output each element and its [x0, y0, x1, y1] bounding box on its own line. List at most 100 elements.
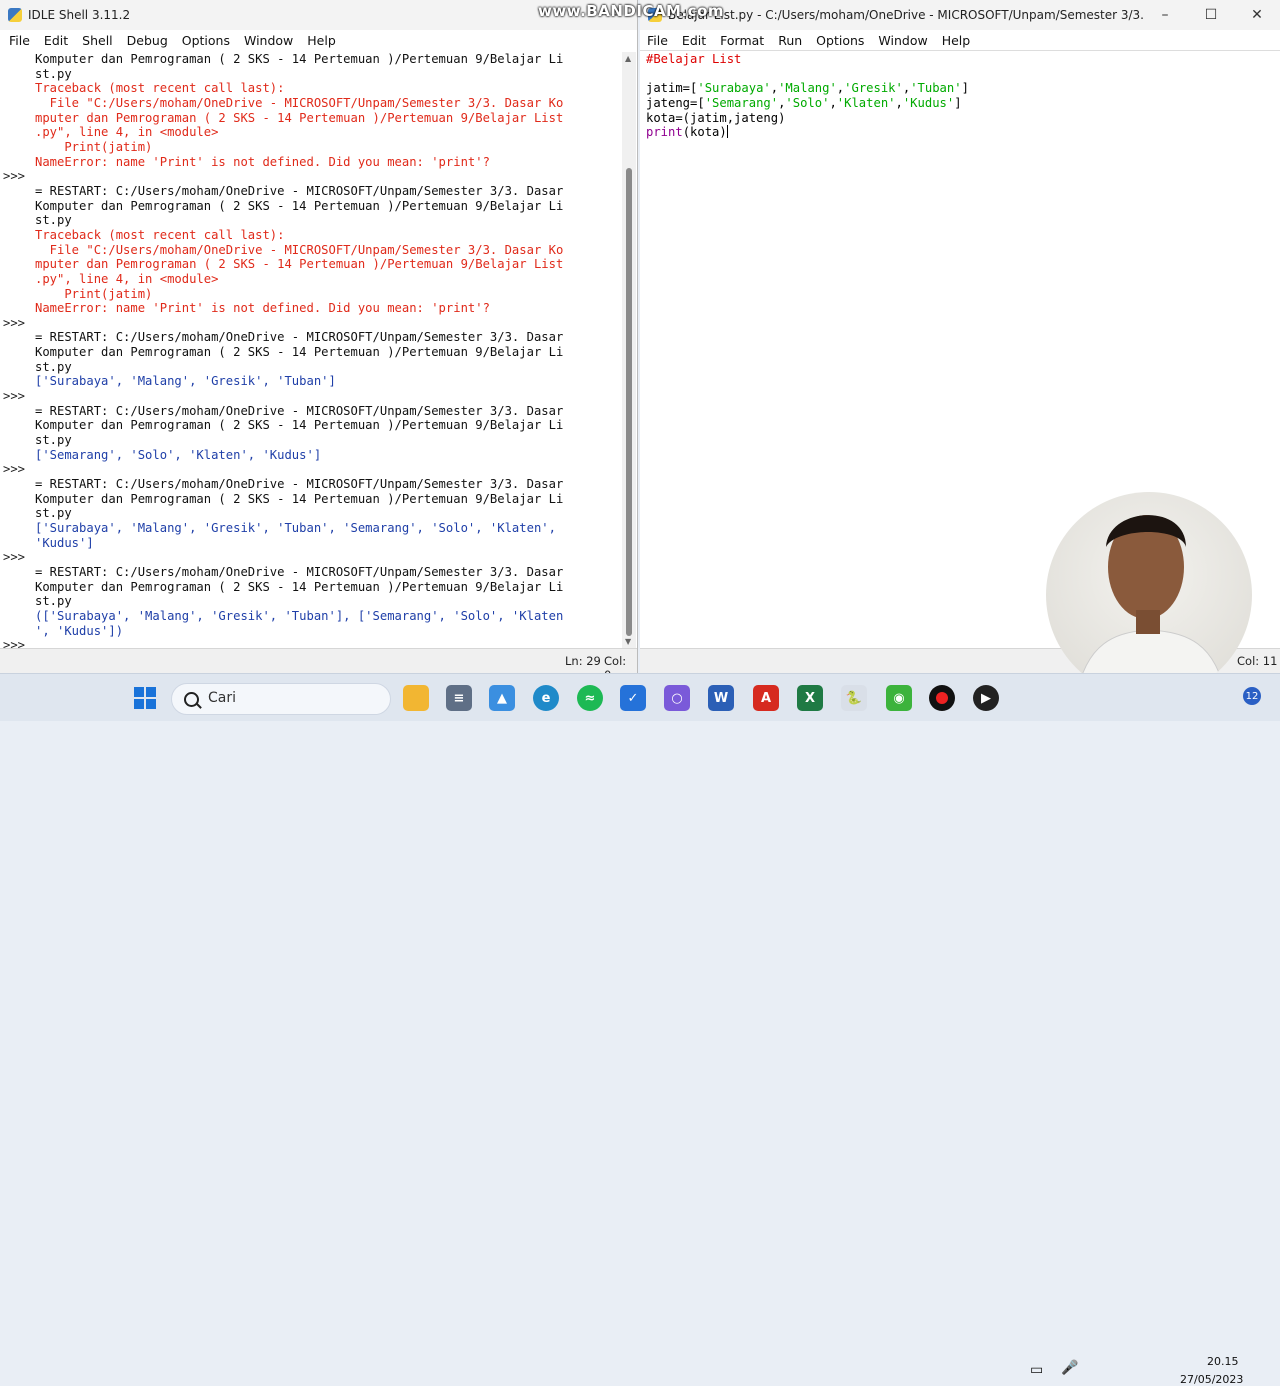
shell-text-block: = RESTART: C:/Users/moham/OneDrive - MIC… [35, 330, 564, 374]
code-line: kota=(jatim,jateng) [646, 111, 969, 126]
menu-item-run[interactable]: Run [771, 33, 809, 48]
menu-item-options[interactable]: Options [175, 33, 237, 48]
word-icon[interactable]: W [708, 685, 734, 711]
code-token: 'Klaten' [836, 95, 896, 110]
menu-item-edit[interactable]: Edit [675, 33, 713, 48]
shell-output[interactable]: Komputer dan Pemrograman ( 2 SKS - 14 Pe… [35, 52, 617, 638]
code-token: 'Malang' [778, 81, 837, 96]
search-placeholder: Cari [208, 690, 236, 706]
shell-text-block: = RESTART: C:/Users/moham/OneDrive - MIC… [35, 564, 564, 609]
shell-scrollbar[interactable]: ▲ ▼ [622, 52, 636, 648]
todo-icon[interactable]: ✓ [620, 685, 646, 711]
shell-text-block: = RESTART: C:/Users/moham/OneDrive - MIC… [35, 403, 564, 448]
menu-item-debug[interactable]: Debug [120, 33, 175, 48]
start-icon[interactable] [134, 687, 156, 709]
col-indicator: Col: 0 [604, 654, 627, 673]
code-token: 'Kudus' [902, 95, 955, 110]
menu-item-window[interactable]: Window [871, 33, 934, 48]
code-token: 'Tuban' [910, 81, 962, 96]
media-player-icon[interactable]: ▶ [973, 685, 999, 711]
scroll-down-icon[interactable]: ▼ [625, 637, 631, 646]
shell-prompt: >>> [3, 550, 26, 565]
shell-title: IDLE Shell 3.11.2 [28, 8, 131, 22]
minimize-icon[interactable]: – [1142, 0, 1188, 30]
edge-icon[interactable]: e [533, 685, 559, 711]
code-token: kota=(jatim,jateng) [646, 110, 786, 125]
acrobat-icon[interactable]: A [753, 685, 779, 711]
menu-item-file[interactable]: File [0, 33, 37, 48]
spotify-icon[interactable]: ≈ [577, 685, 603, 711]
scroll-up-icon[interactable]: ▲ [625, 54, 631, 63]
shell-text-block: = RESTART: C:/Users/moham/OneDrive - MIC… [35, 477, 564, 521]
person-image [1075, 515, 1227, 698]
python-taskbar-icon[interactable]: 🐍 [841, 685, 867, 711]
close-icon[interactable]: ✕ [1234, 0, 1280, 30]
menu-item-help[interactable]: Help [300, 33, 343, 48]
scrollbar-thumb[interactable] [626, 168, 632, 636]
taskbar-search[interactable]: Cari [171, 683, 391, 715]
android-icon[interactable]: ◉ [886, 685, 912, 711]
bandicam-record-icon[interactable] [929, 685, 955, 711]
code-token: jateng=[ [646, 95, 705, 110]
search-icon [184, 692, 199, 707]
menu-item-window[interactable]: Window [237, 33, 300, 48]
bandicam-watermark: www.BANDICAM.com [538, 2, 725, 20]
editor-title: Belajar List.py - C:/Users/moham/OneDriv… [668, 8, 1148, 22]
code-token: , [770, 81, 779, 96]
shell-output-block: ['Surabaya', 'Malang', 'Gresik', 'Tuban'… [35, 374, 336, 389]
code-line: jatim=['Surabaya','Malang','Gresik','Tub… [646, 81, 969, 96]
code-token: #Belajar List [646, 52, 742, 66]
microphone-icon[interactable]: 🎤 [1061, 1360, 1078, 1376]
code-token: 'Gresik' [844, 81, 903, 96]
shell-prompt: >>> [3, 169, 26, 184]
shell-prompt: >>> [3, 389, 26, 404]
notification-badge[interactable]: 12 [1243, 687, 1261, 705]
editor-titlebar[interactable]: Belajar List.py - C:/Users/moham/OneDriv… [640, 0, 1280, 30]
code-editor[interactable]: #Belajar List jatim=['Surabaya','Malang'… [646, 52, 969, 140]
calculator-icon[interactable]: ≡ [446, 685, 472, 711]
code-token: 'Surabaya' [697, 81, 771, 96]
code-line: #Belajar List [646, 52, 969, 67]
python-icon [8, 8, 22, 22]
photos-icon[interactable]: ▲ [489, 685, 515, 711]
shell-text-block: Komputer dan Pemrograman ( 2 SKS - 14 Pe… [35, 52, 564, 81]
webcam-overlay [1046, 492, 1252, 698]
menu-item-shell[interactable]: Shell [75, 33, 120, 48]
shell-menubar: File Edit Shell Debug Options Window Help [0, 30, 637, 50]
shell-output-block: (['Surabaya', 'Malang', 'Gresik', 'Tuban… [35, 608, 564, 638]
code-token: ] [954, 95, 962, 110]
code-token: (kota) [682, 125, 727, 140]
shell-output-block: ['Surabaya', 'Malang', 'Gresik', 'Tuban'… [35, 521, 556, 550]
menu-item-help[interactable]: Help [935, 33, 978, 48]
menu-item-options[interactable]: Options [809, 33, 871, 48]
col-indicator: Col: 11 [1237, 654, 1278, 668]
code-token: 'Solo' [785, 95, 830, 110]
code-token: jatim=[ [646, 81, 698, 96]
menu-item-format[interactable]: Format [713, 33, 771, 48]
shell-text-block: = RESTART: C:/Users/moham/OneDrive - MIC… [35, 183, 564, 228]
shell-prompt: >>> [3, 462, 26, 477]
prompt-gutter: >>> >>> >>> >>> >>> >>> >>> [3, 52, 31, 668]
windows-taskbar: Cari ≡ ▲ e ≈ ✓ ○ W A X 🐍 ◉ ▶ ▭ 🎤 20.15 2… [0, 673, 1280, 1386]
excel-icon[interactable]: X [797, 685, 823, 711]
shell-error-block: Traceback (most recent call last): File … [35, 227, 564, 316]
code-token: print [646, 125, 683, 140]
code-token: , [895, 95, 903, 110]
editor-menubar: File Edit Format Run Options Window Help [640, 30, 1280, 51]
clock-time[interactable]: 20.15 [1207, 1355, 1239, 1368]
usb-icon[interactable]: ▭ [1030, 1362, 1043, 1378]
maximize-icon[interactable]: ☐ [1188, 0, 1234, 30]
idle-shell-window[interactable]: IDLE Shell 3.11.2 – File Edit Shell Debug Op… [0, 0, 638, 673]
clock-date[interactable]: 27/05/2023 [1180, 1373, 1243, 1386]
menu-item-file[interactable]: File [640, 33, 675, 48]
line-indicator: Ln: 29 [565, 654, 601, 668]
text-cursor [726, 125, 728, 139]
file-explorer-icon[interactable] [403, 685, 429, 711]
code-line: print(kota) [646, 125, 969, 140]
menu-item-edit[interactable]: Edit [37, 33, 75, 48]
copilot-icon[interactable]: ○ [664, 685, 690, 711]
code-token: , [829, 95, 837, 110]
shell-prompt: >>> [3, 315, 26, 330]
code-line: jateng=['Semarang','Solo','Klaten','Kudu… [646, 96, 969, 111]
